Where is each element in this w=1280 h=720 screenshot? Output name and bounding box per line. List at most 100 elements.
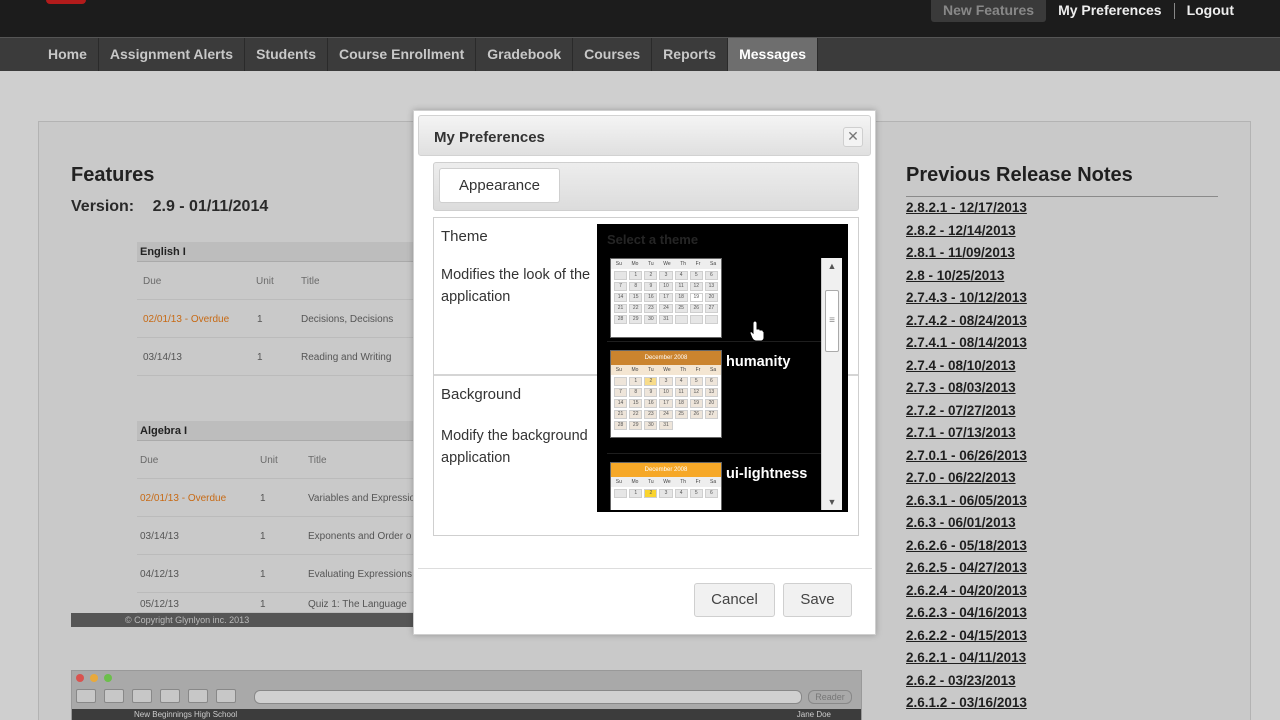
release-link[interactable]: 2.6.2.6 - 05/18/2013 <box>906 537 1027 560</box>
unit: 1 <box>260 569 266 580</box>
english-schedule-preview: English I Due Unit Title 02/01/13 - Over… <box>137 242 417 376</box>
release-link[interactable]: 2.8.2.1 - 12/17/2013 <box>906 199 1027 222</box>
release-link[interactable]: 2.6.2.3 - 04/16/2013 <box>906 604 1027 627</box>
nav-assignment-alerts[interactable]: Assignment Alerts <box>99 38 246 71</box>
nav-home[interactable]: Home <box>37 38 99 71</box>
close-dot-icon <box>76 674 84 682</box>
table-row: 04/12/13 1 Evaluating Expressions <box>137 555 417 593</box>
theme-options-list: Su Mo Tu We Th Fr Sa 123456 7 8 9 10 11 12 13 14 15 16… <box>607 258 821 510</box>
assignment-title: Evaluating Expressions <box>308 569 412 580</box>
close-icon: ✕ <box>847 128 859 144</box>
zoom-dot-icon <box>104 674 112 682</box>
cancel-button[interactable]: Cancel <box>694 583 775 617</box>
due-date: 03/14/13 <box>140 531 179 542</box>
assignment-title: Quiz 1: The Language <box>308 599 407 610</box>
release-link[interactable]: 2.8.2 - 12/14/2013 <box>906 222 1027 245</box>
release-link[interactable]: 2.7.0.1 - 06/26/2013 <box>906 447 1027 470</box>
browser-toolbar <box>76 689 236 703</box>
theme-option-name: humanity <box>726 354 791 370</box>
mail-icon <box>188 689 208 703</box>
release-notes-list: 2.8.2.1 - 12/17/2013 2.8.2 - 12/14/2013 … <box>906 199 1027 717</box>
table-header-row: Due Unit Title <box>137 262 417 300</box>
background-label: Background <box>441 386 522 403</box>
theme-option-ui-lightness[interactable]: December 2008 Su Mo Tu We Th Fr Sa 123456 ui-l… <box>607 456 821 510</box>
nav-courses[interactable]: Courses <box>573 38 653 71</box>
release-link[interactable]: 2.6.2.4 - 04/20/2013 <box>906 582 1027 605</box>
scroll-up-icon[interactable]: ▲ <box>822 258 842 274</box>
unit: 1 <box>257 314 263 325</box>
url-bar <box>254 690 802 704</box>
back-forward-icon <box>76 689 96 703</box>
assignment-title: Decisions, Decisions <box>301 314 394 325</box>
theme-label: Theme <box>441 228 488 245</box>
release-link[interactable]: 2.6.1.2 - 03/16/2013 <box>906 694 1027 717</box>
dialog-title: My Preferences <box>434 129 545 146</box>
release-link[interactable]: 2.7.4.3 - 10/12/2013 <box>906 289 1027 312</box>
release-link[interactable]: 2.7.4.1 - 08/14/2013 <box>906 334 1027 357</box>
column-title: Title <box>308 455 327 466</box>
algebra-schedule-preview: Algebra I Due Unit Title 02/01/13 - Over… <box>137 421 417 613</box>
release-link[interactable]: 2.7.1 - 07/13/2013 <box>906 424 1027 447</box>
release-link[interactable]: 2.6.2.2 - 04/15/2013 <box>906 627 1027 650</box>
table-row: 02/01/13 - Overdue 1 Decisions, Decision… <box>137 300 417 338</box>
column-due: Due <box>140 455 159 466</box>
theme-option-humanity[interactable]: December 2008 Su Mo Tu We Th Fr Sa 123456 7891… <box>607 344 821 454</box>
theme-preview-calendar: Su Mo Tu We Th Fr Sa 123456 7 8 9 10 11 12 13 14 15 16… <box>610 258 722 338</box>
release-link[interactable]: 2.6.3 - 06/01/2013 <box>906 514 1027 537</box>
release-link[interactable]: 2.7.4.2 - 08/24/2013 <box>906 312 1027 335</box>
column-title: Title <box>301 276 320 287</box>
release-link[interactable]: 2.6.3.1 - 06/05/2013 <box>906 492 1027 515</box>
release-link[interactable]: 2.7.3 - 08/03/2013 <box>906 379 1027 402</box>
release-link[interactable]: 2.7.0 - 06/22/2013 <box>906 469 1027 492</box>
save-button[interactable]: Save <box>783 583 852 617</box>
calendar-caption: December 2008 <box>611 463 721 477</box>
history-icon <box>160 689 180 703</box>
nav-course-enrollment[interactable]: Course Enrollment <box>328 38 477 71</box>
unit: 1 <box>260 599 266 610</box>
assignment-title: Variables and Expressio <box>308 493 416 504</box>
nav-reports[interactable]: Reports <box>652 38 729 71</box>
dropdown-scrollbar[interactable]: ▲ ≡ ▼ <box>821 258 842 510</box>
close-button[interactable]: ✕ <box>843 127 863 147</box>
scrollbar-thumb[interactable]: ≡ <box>825 290 839 352</box>
calendar-caption: December 2008 <box>611 351 721 365</box>
dialog-header: My Preferences ✕ <box>418 115 871 156</box>
release-notes-title: Previous Release Notes <box>906 164 1218 197</box>
table-header-row: Due Unit Title <box>137 441 417 479</box>
user-name: Jane Doe <box>796 710 831 719</box>
new-features-link[interactable]: New Features <box>931 0 1047 22</box>
release-link[interactable]: 2.6.2.5 - 04/27/2013 <box>906 559 1027 582</box>
main-nav: Home Assignment Alerts Students Course E… <box>0 37 1280 71</box>
table-row: 03/14/13 1 Reading and Writing <box>137 338 417 376</box>
release-link[interactable]: 2.8.1 - 11/09/2013 <box>906 244 1027 267</box>
theme-dropdown[interactable]: Select a theme Su Mo Tu We Th Fr Sa 123456 789… <box>597 224 848 512</box>
cloud-icon <box>104 689 124 703</box>
version-label: Version: <box>71 198 135 215</box>
release-link[interactable]: 2.6.2.1 - 04/11/2013 <box>906 649 1027 672</box>
logo <box>46 0 86 4</box>
browser-preview: Reader New Beginnings High School Jane D… <box>71 670 862 720</box>
due-date: 02/01/13 - Overdue <box>140 493 227 504</box>
calendar-weekdays: Su Mo Tu We Th Fr Sa <box>611 259 721 269</box>
scroll-down-icon[interactable]: ▼ <box>822 494 842 510</box>
top-bar: New Features My Preferences Logout <box>0 0 1280 37</box>
release-link[interactable]: 2.8 - 10/25/2013 <box>906 267 1027 290</box>
release-link[interactable]: 2.7.4 - 08/10/2013 <box>906 357 1027 380</box>
share-icon <box>132 689 152 703</box>
theme-option-name: ui-lightness <box>726 466 808 482</box>
features-title: Features <box>71 164 155 186</box>
due-date: 02/01/13 - Overdue <box>143 314 230 325</box>
release-link[interactable]: 2.6.2 - 03/23/2013 <box>906 672 1027 695</box>
nav-students[interactable]: Students <box>245 38 328 71</box>
nav-messages[interactable]: Messages <box>728 38 819 71</box>
calendar-weekdays: Su Mo Tu We Th Fr Sa <box>611 477 721 487</box>
nav-gradebook[interactable]: Gradebook <box>476 38 574 71</box>
theme-option[interactable]: Su Mo Tu We Th Fr Sa 123456 7 8 9 10 11 12 13 14 15 16… <box>607 258 821 342</box>
logout-link[interactable]: Logout <box>1175 0 1246 22</box>
assignment-title: Exponents and Order o <box>308 531 412 542</box>
my-preferences-link[interactable]: My Preferences <box>1046 0 1174 22</box>
table-row: 03/14/13 1 Exponents and Order o <box>137 517 417 555</box>
unit: 1 <box>260 493 266 504</box>
release-link[interactable]: 2.7.2 - 07/27/2013 <box>906 402 1027 425</box>
tab-appearance[interactable]: Appearance <box>439 168 560 203</box>
